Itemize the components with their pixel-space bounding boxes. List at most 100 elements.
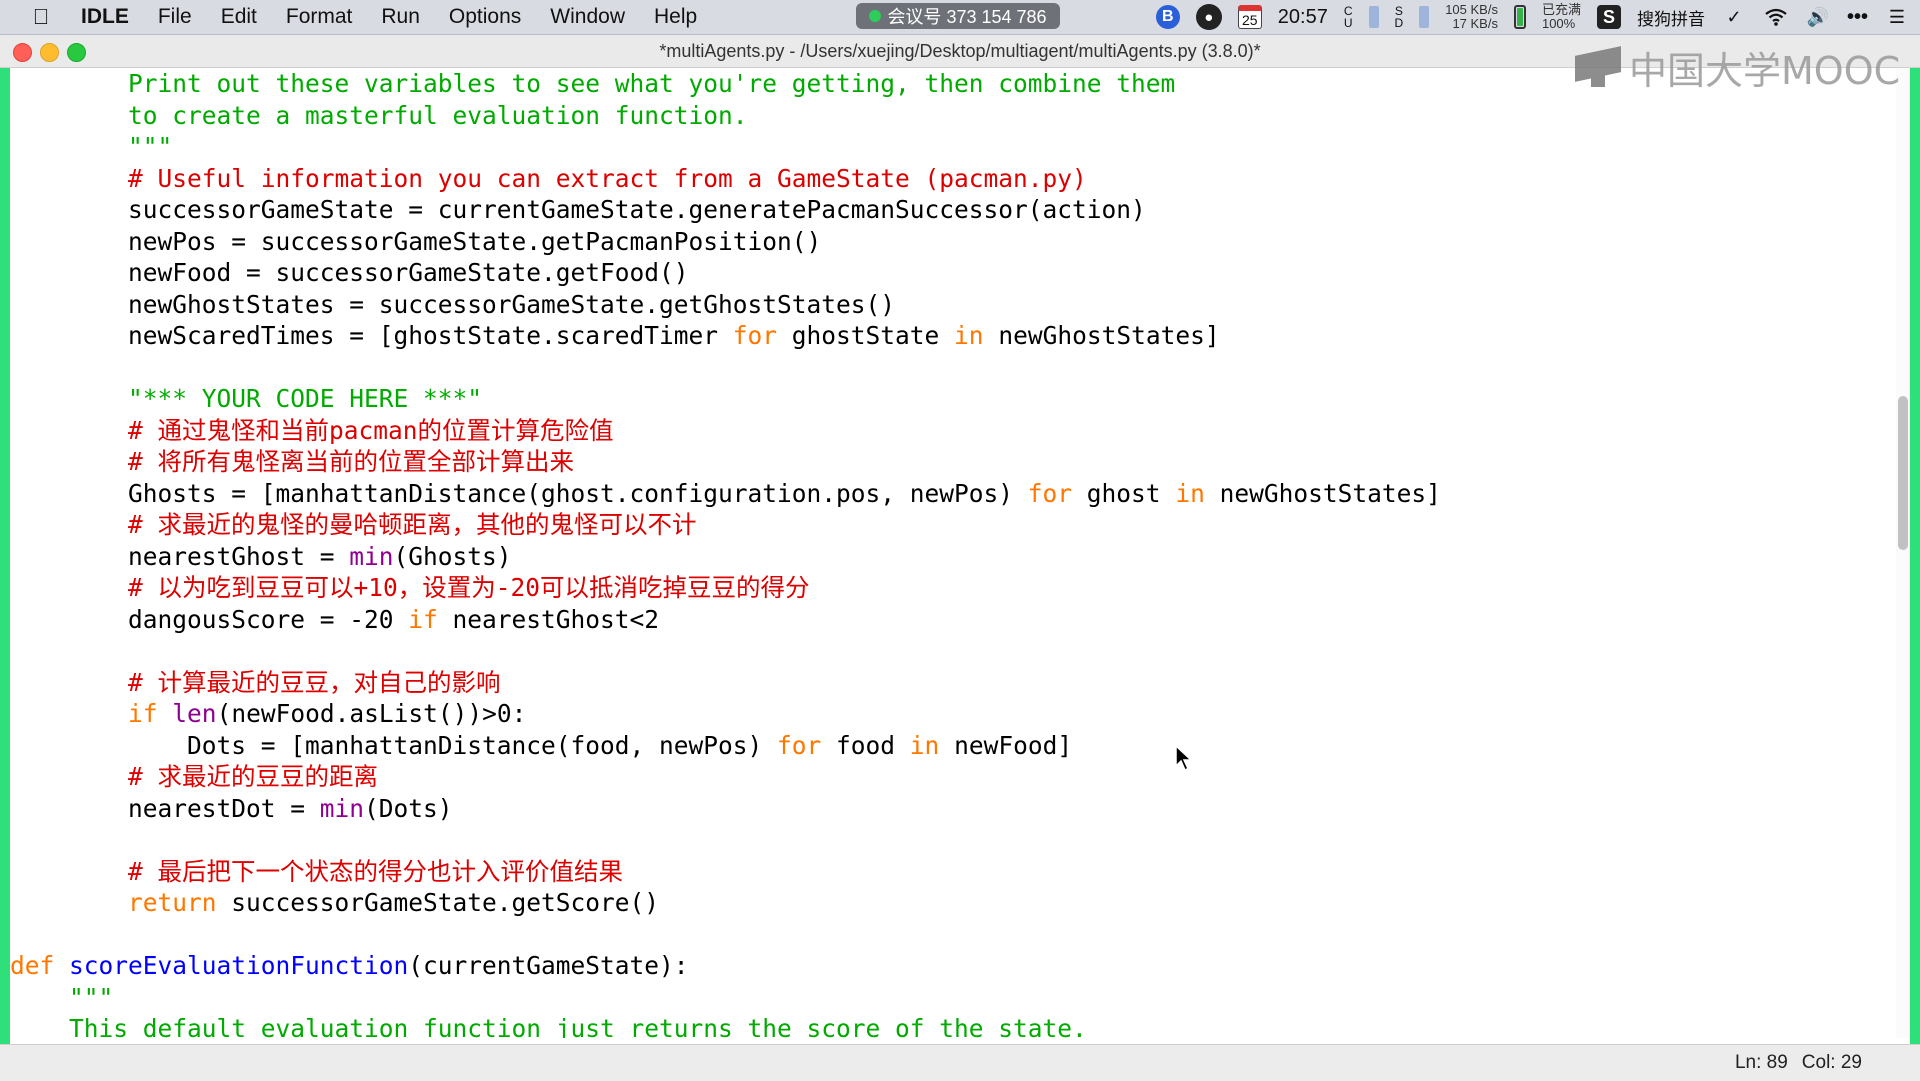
code-line[interactable]: Dots = [manhattanDistance(food, newPos) … [10,730,1072,761]
code-line[interactable]: # Useful information you can extract fro… [10,163,1087,194]
minimize-window-button[interactable] [40,43,59,62]
menu-edit[interactable]: Edit [221,5,257,29]
menu-options[interactable]: Options [449,5,521,29]
code-token: This default evaluation function just re… [69,1014,1087,1038]
code-token: successorGameState = currentGameState.ge… [10,195,1146,224]
code-token: return [128,888,217,917]
input-method-label[interactable]: 搜狗拼音 [1637,5,1705,30]
code-line[interactable]: return successorGameState.getScore() [10,887,659,918]
code-token: for [1027,478,1073,508]
code-token: newGhostStates] [1204,478,1441,508]
scrollbar-thumb[interactable] [1898,396,1908,550]
menu-bar:  IDLE File Edit Format Run Options Wind… [0,0,1920,35]
menu-run[interactable]: Run [381,5,420,29]
code-line[interactable]: newScaredTimes = [ghostState.scaredTimer… [10,320,1220,351]
code-token: to create a masterful evaluation functio… [128,100,748,130]
code-line[interactable]: This default evaluation function just re… [10,1013,1087,1038]
meeting-indicator[interactable]: 会议号 373 154 786 [856,3,1060,29]
code-line[interactable]: newFood = successorGameState.getFood() [10,257,689,288]
code-token: (currentGameState): [408,951,689,980]
status-bar: Ln: 89 Col: 29 [0,1044,1920,1081]
code-token: nearestGhost = [10,541,350,571]
code-line[interactable]: newPos = successorGameState.getPacmanPos… [10,226,821,257]
menu-format[interactable]: Format [286,5,353,29]
code-editor[interactable]: Print out these variables to see what yo… [10,68,1900,1038]
code-line[interactable]: newGhostStates = successorGameState.getG… [10,289,895,320]
code-token: # 求最近的鬼怪的曼哈顿距离，其他的鬼怪可以不计 [128,510,697,539]
maximize-window-button[interactable] [67,43,86,62]
menu-window[interactable]: Window [550,5,625,29]
close-window-button[interactable] [13,43,32,62]
code-line[interactable]: # 通过鬼怪和当前pacman的位置计算危险值 [10,415,614,446]
code-line[interactable]: successorGameState = currentGameState.ge… [10,194,1146,225]
code-line[interactable]: def scoreEvaluationFunction(currentGameS… [10,950,689,981]
code-token: successorGameState.getScore() [216,888,660,917]
line-number: Ln: 89 [1734,1052,1788,1073]
apple-menu-icon[interactable]:  [30,4,52,30]
code-token: newGhostStates] [983,321,1220,350]
code-token: for [777,730,822,760]
code-line[interactable]: # 求最近的鬼怪的曼哈顿距离，其他的鬼怪可以不计 [10,509,697,540]
volume-icon[interactable]: 🔊 [1805,4,1831,30]
status-tray: B ● 25 20:57 CU SD 105 KB/s 17 KB/s 已充满 … [1155,0,1910,34]
code-token: min [319,793,365,823]
calendar-icon[interactable]: 25 [1237,5,1262,29]
code-line[interactable]: Print out these variables to see what yo… [10,68,1175,99]
control-center-icon[interactable]: ☰ [1884,4,1910,30]
code-line[interactable]: dangousScore = -20 if nearestGhost<2 [10,604,659,635]
code-token: """ [69,982,114,1012]
code-token: len [172,699,217,728]
code-token: for [732,321,778,350]
ssd-monitor-icon[interactable]: SD [1395,5,1404,29]
code-line[interactable]: # 计算最近的豆豆，对自己的影响 [10,667,501,698]
mouse-cursor-icon [1175,744,1193,772]
network-speed[interactable]: 105 KB/s 17 KB/s [1445,3,1498,31]
code-token: food [821,730,910,760]
code-line[interactable]: # 最后把下一个状态的得分也计入评价值结果 [10,856,623,887]
app-menu[interactable]: IDLE [81,5,129,29]
wifi-icon[interactable] [1763,4,1789,30]
menu-file[interactable]: File [158,5,192,29]
cpu-monitor-icon[interactable]: CU [1344,5,1353,29]
code-token: min [349,541,394,571]
net-download: 17 KB/s [1452,16,1498,31]
assistant-icon[interactable]: ✓ [1721,4,1747,30]
code-line[interactable]: nearestGhost = min(Ghosts) [10,541,512,572]
code-token: newGhostStates = successorGameState.getG… [10,289,896,319]
code-line[interactable]: # 以为吃到豆豆可以+10，设置为-20可以抵消吃掉豆豆的得分 [10,572,810,603]
meeting-id-label: 会议号 373 154 786 [887,7,1047,27]
code-token: # 通过鬼怪和当前pacman的位置计算危险值 [128,415,614,445]
code-line[interactable]: Ghosts = [manhattanDistance(ghost.config… [10,478,1441,509]
code-token: newFood = successorGameState.getFood() [10,258,689,287]
code-line[interactable]: # 求最近的豆豆的距离 [10,761,378,792]
code-token: "*** YOUR CODE HERE ***" [128,384,483,413]
battery-icon[interactable] [1513,5,1526,29]
menu-help[interactable]: Help [654,5,697,29]
vertical-scrollbar[interactable] [1896,68,1910,1038]
more-icon[interactable]: ••• [1847,6,1868,29]
code-token: (newFood.asList())>0: [216,699,527,728]
code-line[interactable]: to create a masterful evaluation functio… [10,100,748,131]
code-line[interactable]: "*** YOUR CODE HERE ***" [10,383,482,414]
sogou-ime-icon[interactable]: S [1596,5,1621,29]
code-line[interactable]: """ [10,982,113,1013]
code-token: newPos = successorGameState.getPacmanPos… [10,226,822,256]
code-line[interactable]: if len(newFood.asList())>0: [10,698,526,729]
code-token: in [909,730,940,760]
code-line[interactable]: nearestDot = min(Dots) [10,793,453,824]
window-title: *multiAgents.py - /Users/xuejing/Desktop… [659,40,1261,61]
code-token: if [408,604,438,634]
bluetooth-icon[interactable]: B [1155,5,1180,29]
screen-recorder-icon[interactable]: ● [1195,4,1222,30]
code-line[interactable]: """ [10,131,172,162]
clock[interactable]: 20:57 [1278,6,1328,29]
code-line[interactable]: # 将所有鬼怪离当前的位置全部计算出来 [10,446,574,477]
